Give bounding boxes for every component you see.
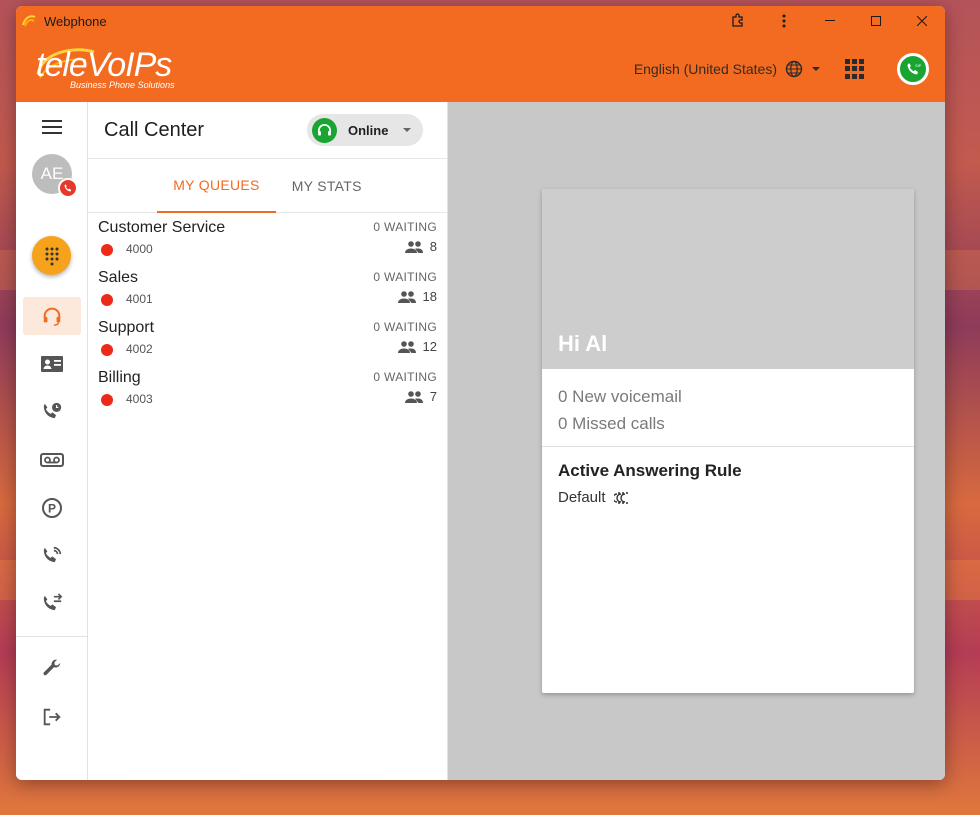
list-item[interactable]: Sales 4001 0 WAITING 18 <box>88 263 447 313</box>
sidebar-item-call-forward[interactable] <box>23 537 81 575</box>
list-item[interactable]: Customer Service 4000 0 WAITING 8 <box>88 213 447 263</box>
app-logo-icon <box>22 13 38 29</box>
app-header: teleVoIPs Business Phone Solutions Engli… <box>16 36 945 102</box>
panel-header: Call Center Online <box>88 102 447 159</box>
answering-rule-name: Default <box>558 489 606 506</box>
tab-my-queues[interactable]: MY QUEUES <box>157 159 276 213</box>
phone-ring-icon <box>43 546 62 563</box>
answering-rule-title: Active Answering Rule <box>558 461 742 480</box>
welcome-card: Hi Al 0 New voicemail 0 Missed calls Act… <box>542 189 914 693</box>
dialpad-icon <box>45 247 58 265</box>
missed-calls-link[interactable]: 0 Missed calls <box>558 410 898 437</box>
language-label: English (United States) <box>633 61 777 77</box>
answering-rule-section: Active Answering Rule Default <box>542 447 914 520</box>
sidebar-item-call-history[interactable] <box>23 393 81 431</box>
language-selector[interactable]: English (United States) <box>634 60 823 78</box>
queue-name: Support <box>98 319 155 336</box>
wrench-icon <box>43 659 61 676</box>
webphone-window: Webphone teleVoIPs Business Phone Soluti… <box>16 6 945 780</box>
queue-waiting: 0 WAITING <box>373 270 437 284</box>
ring-all-icon <box>613 491 628 504</box>
voicemail-icon <box>40 453 64 467</box>
menu-icon[interactable] <box>23 108 81 146</box>
people-icon <box>397 290 416 303</box>
headset-icon <box>43 307 61 326</box>
people-icon <box>404 390 423 403</box>
sidebar-item-call-center[interactable] <box>23 297 81 335</box>
phone-clock-icon <box>43 402 62 419</box>
sidebar-item-call-transfer[interactable] <box>23 585 81 623</box>
parking-icon: P <box>42 498 62 518</box>
minimize-button[interactable] <box>807 6 853 36</box>
brand-logo: teleVoIPs Business Phone Solutions <box>34 44 184 94</box>
more-options-icon[interactable] <box>761 6 807 36</box>
brand-tagline: Business Phone Solutions <box>70 80 175 90</box>
page-title: Call Center <box>104 118 205 141</box>
sidebar-divider <box>16 636 87 637</box>
queue-status-dot <box>101 244 113 256</box>
logout-icon <box>43 708 61 726</box>
extension-icon[interactable] <box>715 6 761 36</box>
people-icon <box>397 340 416 353</box>
queue-agent-count: 18 <box>422 289 437 304</box>
list-item[interactable]: Billing 4003 0 WAITING 7 <box>88 363 447 413</box>
sidebar-item-settings[interactable] <box>23 649 81 687</box>
headset-status-icon <box>312 117 337 143</box>
queue-agents: 12 <box>397 339 437 354</box>
apps-grid-icon[interactable] <box>845 59 865 79</box>
svg-text:P: P <box>48 502 56 516</box>
people-icon <box>404 240 423 253</box>
queue-status-dot <box>101 394 113 406</box>
queue-agents: 7 <box>404 389 437 404</box>
new-voicemail-link[interactable]: 0 New voicemail <box>558 383 898 410</box>
agent-status-dropdown[interactable]: Online <box>307 114 423 146</box>
queue-agents: 18 <box>397 289 437 304</box>
sidebar: AE P <box>16 102 88 780</box>
main-area: Hi Al 0 New voicemail 0 Missed calls Act… <box>448 102 945 780</box>
queue-status-dot <box>101 344 113 356</box>
queue-name: Sales <box>98 269 139 286</box>
queue-name: Billing <box>98 369 141 386</box>
window-title: Webphone <box>44 13 107 29</box>
dialpad-button[interactable] <box>32 236 71 275</box>
queue-extension: 4002 <box>126 342 153 356</box>
maximize-button[interactable] <box>853 6 899 36</box>
queue-tabs: MY QUEUES MY STATS <box>88 159 447 213</box>
queue-waiting: 0 WAITING <box>373 320 437 334</box>
chevron-down-icon <box>812 67 820 71</box>
queue-agent-count: 12 <box>422 339 437 354</box>
answering-rule-value[interactable]: Default <box>558 489 898 506</box>
title-bar: Webphone <box>16 6 945 36</box>
svg-text:SIP: SIP <box>915 63 921 68</box>
tab-my-stats[interactable]: MY STATS <box>276 159 378 213</box>
queue-extension: 4003 <box>126 392 153 406</box>
call-status-badge <box>58 178 78 198</box>
greeting: Hi Al <box>558 331 608 356</box>
queue-waiting: 0 WAITING <box>373 220 437 234</box>
activity-summary: 0 New voicemail 0 Missed calls <box>542 369 914 447</box>
welcome-card-header: Hi Al <box>542 189 914 369</box>
queue-waiting: 0 WAITING <box>373 370 437 384</box>
call-center-panel: Call Center Online MY QUEUES MY STATS Cu… <box>88 102 448 780</box>
sip-phone-button[interactable]: SIP <box>897 53 929 85</box>
sidebar-item-logout[interactable] <box>23 698 81 736</box>
queue-extension: 4000 <box>126 242 153 256</box>
queue-status-dot <box>101 294 113 306</box>
queue-extension: 4001 <box>126 292 153 306</box>
chevron-down-icon <box>403 128 411 132</box>
contact-card-icon <box>41 356 63 372</box>
queue-name: Customer Service <box>98 219 226 236</box>
phone-transfer-icon <box>43 593 63 611</box>
sidebar-item-contacts[interactable] <box>23 345 81 383</box>
sidebar-item-voicemail[interactable] <box>23 441 81 479</box>
queue-agents: 8 <box>404 239 437 254</box>
globe-icon <box>785 60 803 78</box>
queue-agent-count: 7 <box>429 389 437 404</box>
sip-phone-icon: SIP <box>907 63 921 75</box>
close-button[interactable] <box>899 6 945 36</box>
agent-status-label: Online <box>348 122 389 138</box>
list-item[interactable]: Support 4002 0 WAITING 12 <box>88 313 447 363</box>
queue-agent-count: 8 <box>429 239 437 254</box>
sidebar-item-parking[interactable]: P <box>23 489 81 527</box>
